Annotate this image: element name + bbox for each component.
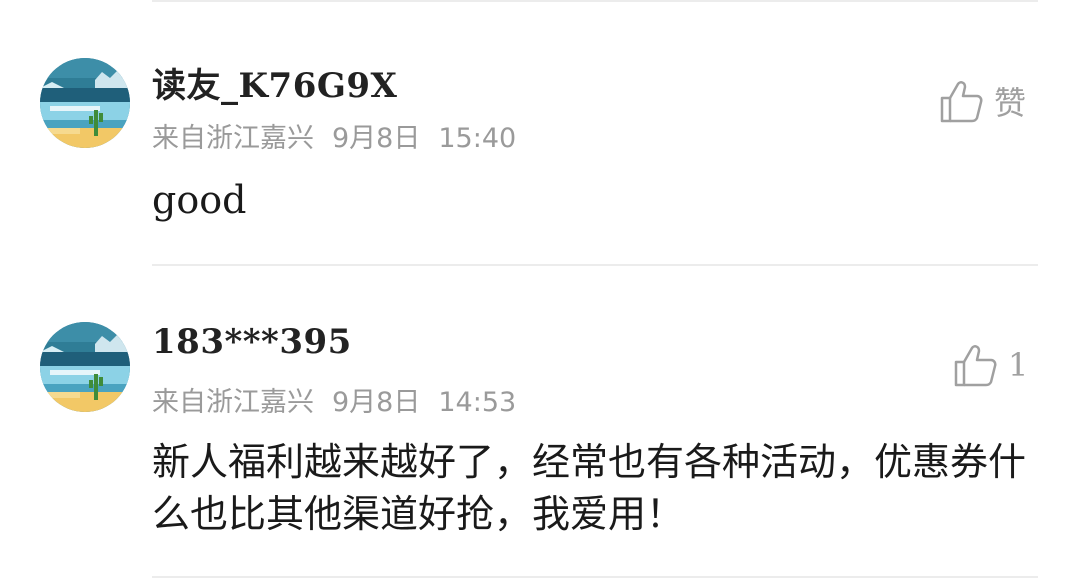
location-text: 来自浙江嘉兴 — [152, 123, 314, 154]
like-button[interactable]: 赞 — [938, 78, 1026, 124]
comment-meta: 来自浙江嘉兴 9月8日 15:40 — [152, 116, 516, 155]
thumbs-up-icon — [940, 81, 983, 123]
thumbs-up-icon — [954, 345, 997, 387]
comment-meta: 来自浙江嘉兴 9月8日 14:53 — [152, 380, 516, 419]
avatar[interactable] — [40, 58, 130, 148]
comment-item: 读友_K76G9X 来自浙江嘉兴 9月8日 15:40 good 赞 — [0, 0, 1080, 266]
like-count: 1 — [1008, 346, 1029, 384]
like-label: 赞 — [994, 84, 1027, 122]
time-text: 15:40 — [438, 123, 517, 154]
desert-cactus-avatar-icon — [40, 58, 130, 148]
username[interactable]: 183***395 — [152, 322, 352, 362]
date-text: 9月8日 — [332, 387, 421, 418]
divider-bottom — [152, 576, 1038, 578]
avatar[interactable] — [40, 322, 130, 412]
username[interactable]: 读友_K76G9X — [152, 58, 397, 107]
comment-body: good — [152, 178, 247, 222]
comment-body: 新人福利越来越好了，经常也有各种活动，优惠券什么也比其他渠道好抢，我爱用！ — [152, 440, 1027, 536]
time-text: 14:53 — [438, 387, 517, 418]
date-text: 9月8日 — [332, 123, 421, 154]
like-button[interactable]: 1 — [952, 342, 1028, 388]
location-text: 来自浙江嘉兴 — [152, 387, 314, 418]
comment-item: 183***395 来自浙江嘉兴 9月8日 14:53 新人福利越来越好了，经常也有… — [0, 266, 1080, 580]
desert-cactus-avatar-icon — [40, 322, 130, 412]
